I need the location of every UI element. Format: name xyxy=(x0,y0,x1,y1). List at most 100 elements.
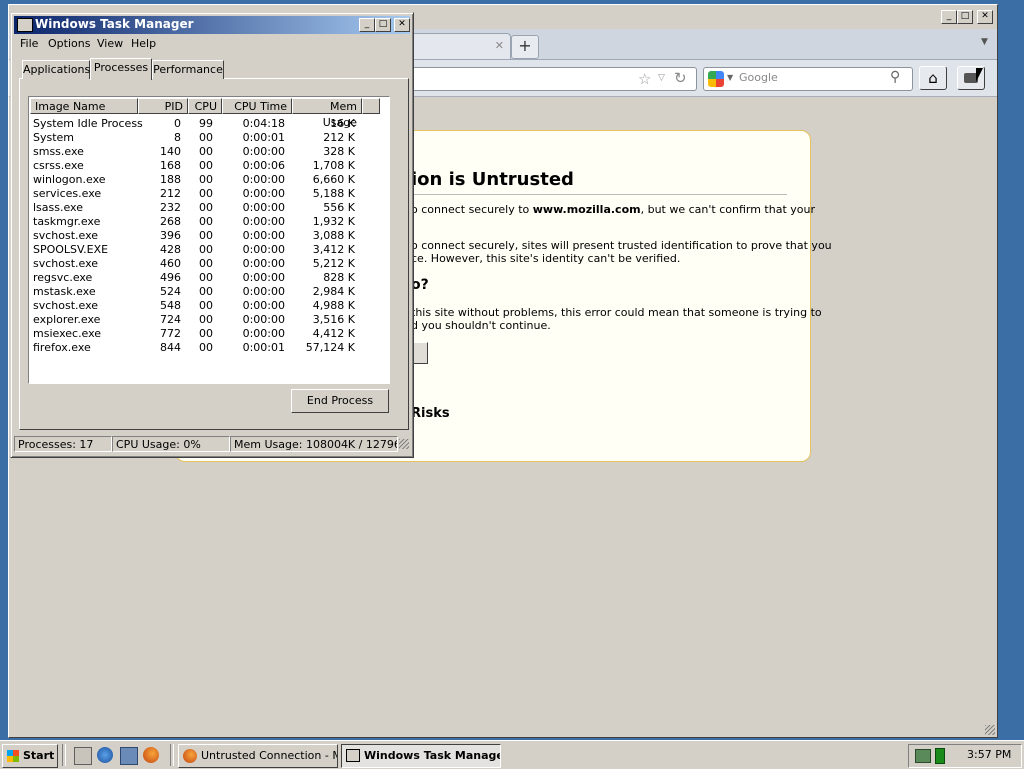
network-icon[interactable] xyxy=(915,749,931,763)
tab-applications[interactable]: Applications xyxy=(22,60,90,79)
table-row[interactable]: explorer.exe 724 00 0:00:00 3,516 K xyxy=(29,313,389,327)
cell-cpu: 00 xyxy=(199,327,213,340)
table-row[interactable]: csrss.exe 168 00 0:00:06 1,708 K xyxy=(29,159,389,173)
search-icon[interactable]: ⚲ xyxy=(890,69,900,85)
column-pid[interactable]: PID xyxy=(138,98,188,114)
google-icon xyxy=(708,71,724,87)
cell-cpu-time: 0:00:00 xyxy=(242,299,285,312)
tab-list-icon[interactable]: ▼ xyxy=(981,37,988,47)
new-tab-button[interactable]: + xyxy=(511,35,539,59)
engine-dropdown-icon[interactable]: ▼ xyxy=(727,73,733,82)
history-dropdown-icon[interactable]: ▽ xyxy=(658,73,665,83)
search-bar[interactable]: ▼ Google ⚲ xyxy=(703,67,913,91)
table-row[interactable]: mstask.exe 524 00 0:00:00 2,984 K xyxy=(29,285,389,299)
column-mem-usage[interactable]: Mem Usage xyxy=(292,98,362,129)
firefox-icon[interactable] xyxy=(143,747,159,763)
minimize-button[interactable]: _ xyxy=(359,18,375,32)
cell-mem-usage: 3,412 K xyxy=(312,243,355,256)
column-image-name[interactable]: Image Name xyxy=(30,98,138,114)
error-line-2a: o connect securely, sites will present t… xyxy=(411,239,832,252)
table-row[interactable]: firefox.exe 844 00 0:00:01 57,124 K xyxy=(29,341,389,355)
cell-cpu: 00 xyxy=(199,257,213,270)
cell-cpu: 00 xyxy=(199,285,213,298)
start-button[interactable]: Start xyxy=(2,744,58,768)
cell-cpu-time: 0:00:00 xyxy=(242,229,285,242)
clock: 3:57 PM xyxy=(967,748,1012,761)
cell-mem-usage: 556 K xyxy=(323,201,355,214)
tab-performance[interactable]: Performance xyxy=(152,60,224,79)
cell-cpu: 00 xyxy=(199,341,213,354)
cell-image-name: services.exe xyxy=(33,187,102,200)
cell-image-name: firefox.exe xyxy=(33,341,91,354)
table-row[interactable]: System Idle Process 0 99 0:04:18 16 K xyxy=(29,117,389,131)
table-row[interactable]: System 8 00 0:00:01 212 K xyxy=(29,131,389,145)
maximize-button[interactable]: □ xyxy=(375,18,391,32)
home-button[interactable]: ⌂ xyxy=(919,66,947,90)
menu-file[interactable]: File xyxy=(20,37,38,50)
table-row[interactable]: svchost.exe 460 00 0:00:00 5,212 K xyxy=(29,257,389,271)
url-bar[interactable]: ☆ ▽ ↻ xyxy=(389,67,697,91)
start-label: Start xyxy=(23,749,55,762)
cell-mem-usage: 3,088 K xyxy=(312,229,355,242)
end-process-button[interactable]: End Process xyxy=(291,389,389,413)
table-row[interactable]: services.exe 212 00 0:00:00 5,188 K xyxy=(29,187,389,201)
cell-cpu-time: 0:00:00 xyxy=(242,243,285,256)
menu-view[interactable]: View xyxy=(97,37,123,50)
minimize-button[interactable]: _ xyxy=(941,10,957,24)
home-icon: ⌂ xyxy=(928,69,938,87)
taskmgr-cpu-icon[interactable] xyxy=(935,748,945,764)
cell-cpu-time: 0:00:00 xyxy=(242,145,285,158)
windows-logo-icon xyxy=(7,750,19,762)
table-row[interactable]: smss.exe 140 00 0:00:00 328 K xyxy=(29,145,389,159)
cell-image-name: regsvc.exe xyxy=(33,271,93,284)
table-row[interactable]: regsvc.exe 496 00 0:00:00 828 K xyxy=(29,271,389,285)
task-manager-titlebar[interactable]: Windows Task Manager _ □ ✕ xyxy=(14,16,410,34)
menu-options[interactable]: Options xyxy=(48,37,90,50)
cell-image-name: lsass.exe xyxy=(33,201,83,214)
outlook-icon[interactable] xyxy=(120,747,138,765)
maximize-button[interactable]: □ xyxy=(957,10,973,24)
taskbar-button-firefox[interactable]: Untrusted Connection - M... xyxy=(178,744,338,768)
search-input[interactable]: Google xyxy=(739,71,778,84)
table-row[interactable]: SPOOLSV.EXE 428 00 0:00:00 3,412 K xyxy=(29,243,389,257)
close-button[interactable]: ✕ xyxy=(394,18,410,32)
table-row[interactable]: msiexec.exe 772 00 0:00:00 4,412 K xyxy=(29,327,389,341)
bookmark-star-icon[interactable]: ☆ xyxy=(638,70,651,88)
cell-cpu: 00 xyxy=(199,145,213,158)
table-row[interactable]: svchost.exe 396 00 0:00:00 3,088 K xyxy=(29,229,389,243)
resize-grip[interactable] xyxy=(399,439,409,449)
cell-mem-usage: 1,708 K xyxy=(312,159,355,172)
cell-pid: 844 xyxy=(160,341,181,354)
tab-processes[interactable]: Processes xyxy=(90,58,152,80)
show-desktop-icon[interactable] xyxy=(74,747,92,765)
column-cpu[interactable]: CPU xyxy=(188,98,222,114)
cell-image-name: svchost.exe xyxy=(33,299,99,312)
resize-grip[interactable] xyxy=(985,725,995,735)
reload-icon[interactable]: ↻ xyxy=(674,69,687,87)
close-button[interactable]: ✕ xyxy=(977,10,993,24)
table-row[interactable]: svchost.exe 548 00 0:00:00 4,988 K xyxy=(29,299,389,313)
cell-cpu: 00 xyxy=(199,313,213,326)
cell-mem-usage: 16 K xyxy=(330,117,355,130)
status-cpu-usage: CPU Usage: 0% xyxy=(112,436,230,452)
table-row[interactable]: taskmgr.exe 268 00 0:00:00 1,932 K xyxy=(29,215,389,229)
column-cpu-time[interactable]: CPU Time xyxy=(222,98,292,114)
system-tray: 3:57 PM xyxy=(908,744,1022,768)
cell-mem-usage: 328 K xyxy=(323,145,355,158)
error-line-3b: d you shouldn't continue. xyxy=(411,319,551,332)
mouse-cursor xyxy=(976,68,983,82)
cell-cpu: 00 xyxy=(199,159,213,172)
cell-cpu-time: 0:00:00 xyxy=(242,313,285,326)
taskbar-button-task-manager[interactable]: Windows Task Manager xyxy=(341,744,501,768)
process-list[interactable]: Image Name PID CPU CPU Time Mem Usage Sy… xyxy=(28,96,390,384)
cell-pid: 232 xyxy=(160,201,181,214)
title-divider xyxy=(411,194,787,195)
cell-pid: 168 xyxy=(160,159,181,172)
table-row[interactable]: winlogon.exe 188 00 0:00:00 6,660 K xyxy=(29,173,389,187)
risks-heading[interactable]: Risks xyxy=(411,406,450,421)
close-tab-icon[interactable]: ✕ xyxy=(495,39,504,52)
internet-explorer-icon[interactable] xyxy=(97,747,113,763)
menu-help[interactable]: Help xyxy=(131,37,156,50)
cell-cpu: 00 xyxy=(199,229,213,242)
table-row[interactable]: lsass.exe 232 00 0:00:00 556 K xyxy=(29,201,389,215)
